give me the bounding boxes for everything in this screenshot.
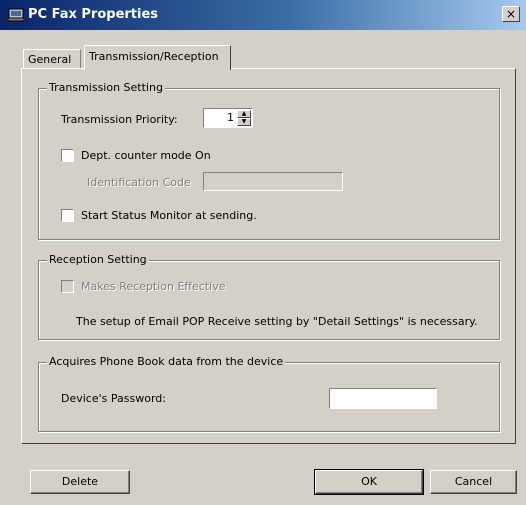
dept-counter-label[interactable]: Dept. counter mode On [81,149,211,163]
cancel-button[interactable]: Cancel [430,470,517,494]
device-password-input[interactable] [329,388,437,409]
close-button[interactable]: × [502,6,520,22]
cancel-button-label: Cancel [454,475,493,488]
window-title: PC Fax Properties [28,7,159,22]
fax-icon [8,8,24,22]
tab-general-label: General [28,53,72,66]
transmission-priority-value: 1 [227,111,234,124]
ok-button-label: OK [361,475,377,488]
tab-general[interactable]: General [23,49,81,69]
reception-effective-label: Makes Reception Effective [81,280,226,293]
close-icon: × [505,7,517,21]
identification-code-field[interactable] [203,172,343,191]
dept-counter-checkbox[interactable] [61,149,74,162]
tab-transmission-reception[interactable]: Transmission/Reception [84,45,231,70]
phonebook-title: Acquires Phone Book data from the device [47,355,286,369]
device-password-label: Device's Password: [61,392,166,405]
delete-button-label: Delete [61,475,99,488]
reception-effective-checkbox[interactable] [61,280,74,293]
ok-button[interactable]: OK [314,469,424,495]
title-bar: PC Fax Properties × [0,0,526,30]
delete-button[interactable]: Delete [30,470,130,494]
transmission-setting-title: Transmission Setting [47,81,165,95]
spin-down-icon[interactable]: ▼ [237,118,251,126]
tab-transmission-reception-label: Transmission/Reception [89,50,219,63]
transmission-priority-spinner[interactable]: 1 ▲ ▼ [203,108,253,128]
spin-up-icon[interactable]: ▲ [237,110,251,118]
identification-code-label: Identification Code [87,176,191,189]
reception-note: The setup of Email POP Receive setting b… [76,315,478,328]
status-monitor-label[interactable]: Start Status Monitor at sending. [81,209,257,223]
reception-setting-title: Reception Setting [47,253,149,267]
transmission-priority-label: Transmission Priority: [61,113,178,126]
status-monitor-checkbox[interactable] [61,209,74,222]
